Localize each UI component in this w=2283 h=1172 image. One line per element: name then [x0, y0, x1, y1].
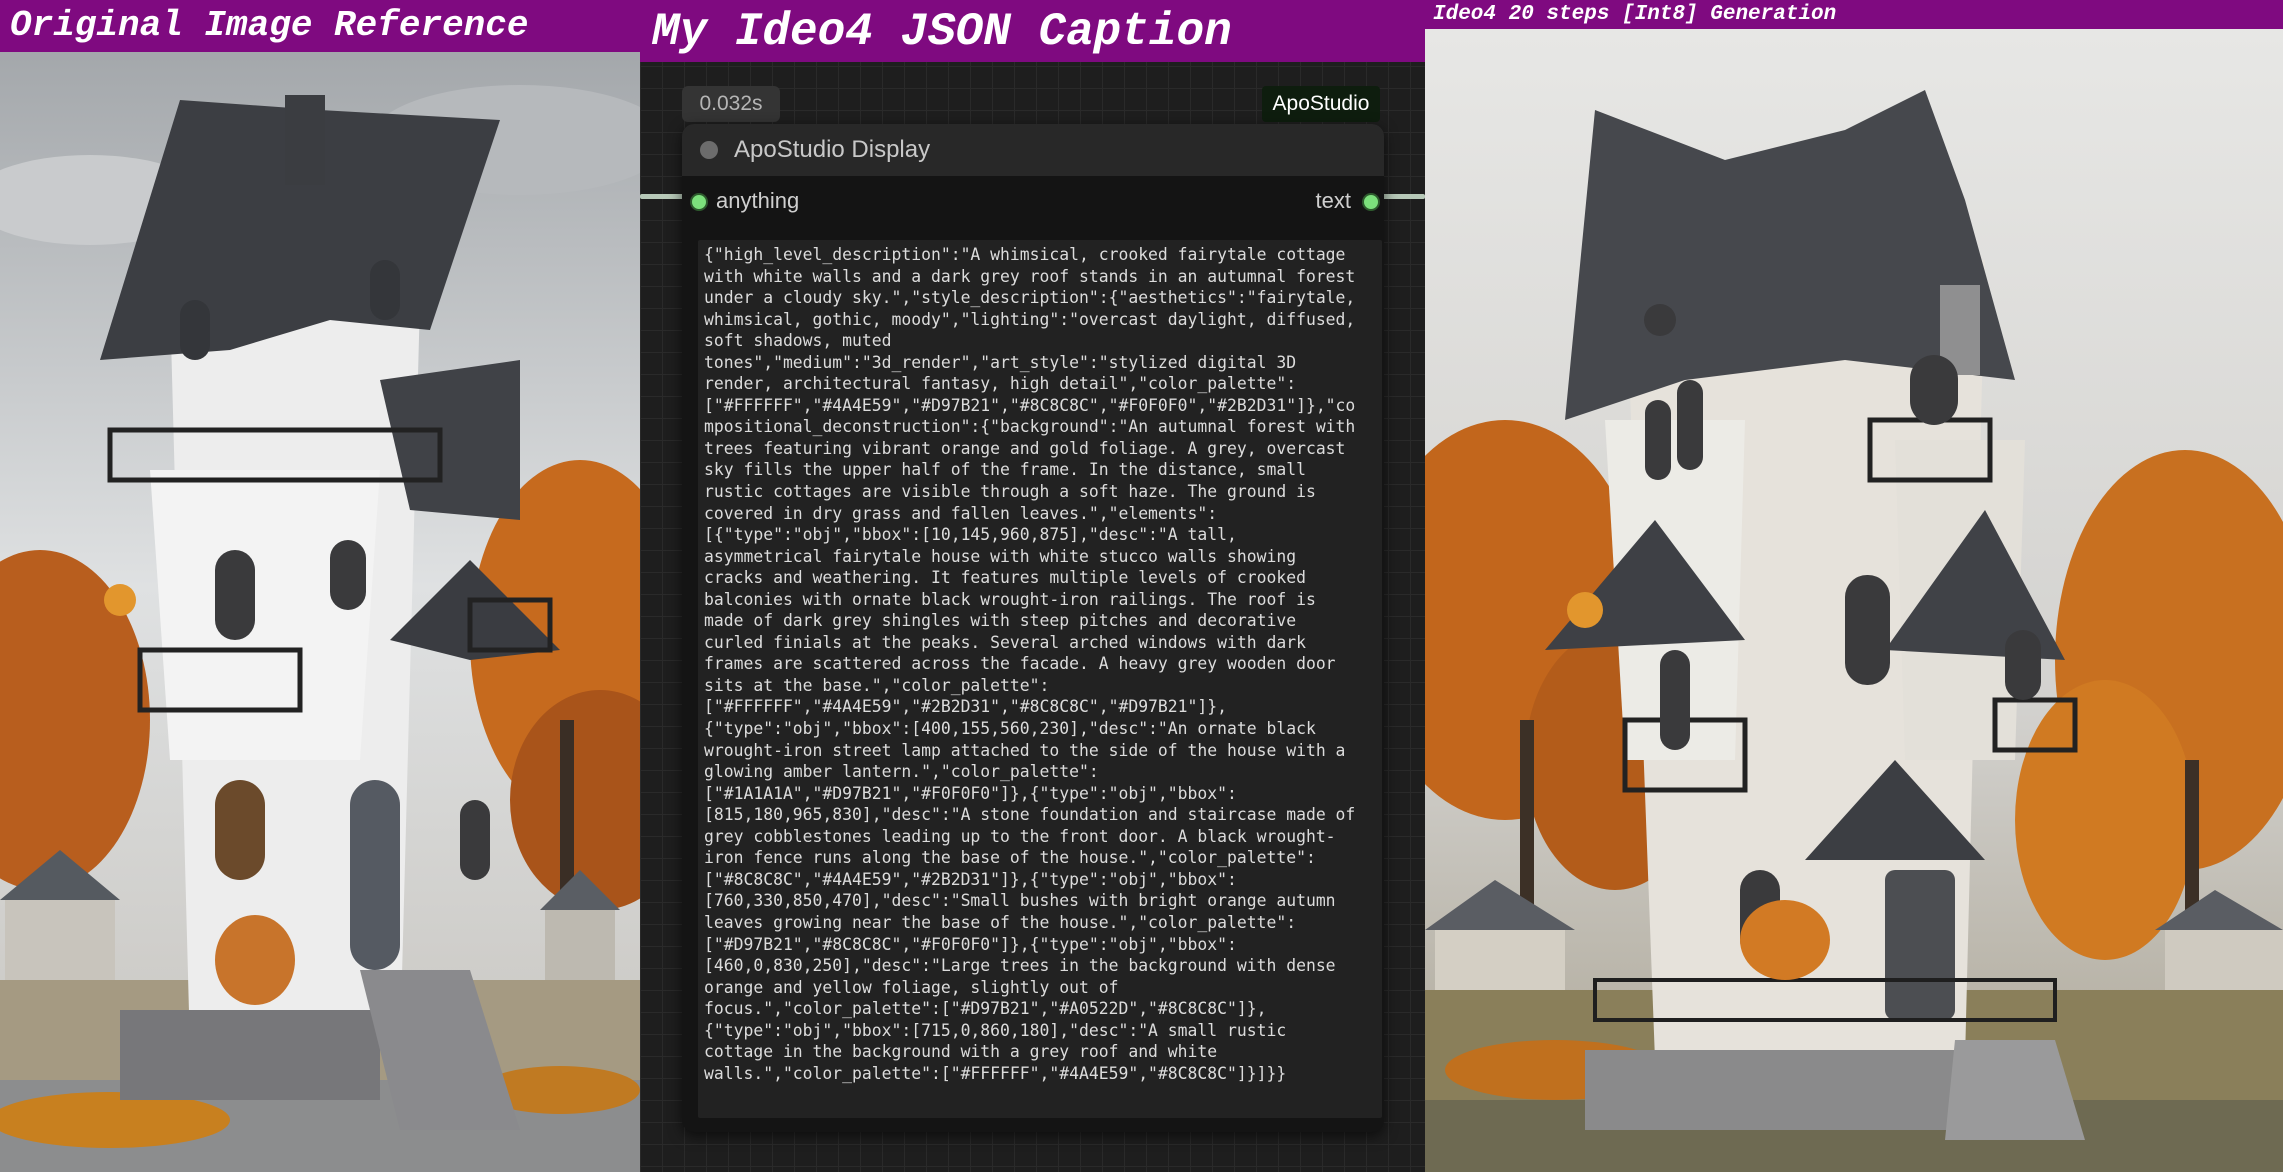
json-caption-line: focus.","color_palette":["#D97B21","#A05… — [704, 999, 1267, 1019]
json-caption-line: under a cloudy sky.","style_description"… — [704, 288, 1356, 308]
json-caption-line: mpositional_deconstruction":{"background… — [704, 417, 1356, 437]
json-caption-line: trees featuring vibrant orange and gold … — [704, 438, 1346, 458]
json-caption-line: leaves growing near the base of the hous… — [704, 912, 1297, 932]
json-caption-line: ["#8C8C8C","#4A4E59","#2B2D31"]},{"type"… — [704, 869, 1237, 889]
original-house-illustration — [0, 0, 640, 1172]
input-wire — [640, 194, 684, 199]
json-caption-line: curled finials at the peaks. Several arc… — [704, 632, 1306, 652]
json-caption-line: ["#D97B21","#8C8C8C","#F0F0F0"]},{"type"… — [704, 934, 1237, 954]
generated-house-illustration — [1425, 0, 2283, 1172]
middle-panel-title: My Ideo4 JSON Caption — [640, 0, 1425, 62]
json-caption-line: tones","medium":"3d_render","art_style":… — [704, 352, 1297, 372]
json-caption-line: render, architectural fantasy, high deta… — [704, 374, 1297, 394]
json-caption-line: frames are scattered across the facade. … — [704, 654, 1336, 674]
right-panel-title: Ideo4 20 steps [Int8] Generation — [1425, 0, 2283, 29]
json-caption-line: ["#FFFFFF","#4A4E59","#D97B21","#8C8C8C"… — [704, 395, 1356, 415]
json-caption-line: sky fills the upper half of the frame. I… — [704, 460, 1306, 480]
output-port-label: text — [1315, 188, 1351, 213]
json-caption-line: [{"type":"obj","bbox":[10,145,960,875],"… — [704, 525, 1237, 545]
json-caption-line: ["#FFFFFF","#4A4E59","#2B2D31","#8C8C8C"… — [704, 697, 1228, 717]
node-source-badge: ApoStudio — [1262, 86, 1380, 122]
json-caption-line: grey cobblestones leading up to the fron… — [704, 826, 1336, 846]
json-caption-line: wrought-iron street lamp attached to the… — [704, 740, 1346, 760]
node-title-bar[interactable]: ApoStudio Display — [682, 124, 1384, 176]
json-caption-line: ["#1A1A1A","#D97B21","#F0F0F0"]},{"type"… — [704, 783, 1237, 803]
json-caption-line: orange and yellow foliage, slightly out … — [704, 977, 1119, 997]
output-port-dot[interactable] — [1362, 193, 1380, 211]
node-collapse-dot[interactable] — [700, 141, 718, 159]
input-port-label: anything — [716, 188, 800, 213]
json-caption-line: cracks and weathering. It features multi… — [704, 568, 1306, 588]
json-caption-text: {"high_level_description":"A whimsical, … — [704, 244, 1376, 1084]
json-caption-line: walls.","color_palette":["#FFFFFF","#4A4… — [704, 1063, 1287, 1083]
json-caption-line: made of dark grey shingles with steep pi… — [704, 611, 1297, 631]
json-caption-line: [815,180,965,830],"desc":"A stone founda… — [704, 805, 1356, 825]
json-caption-line: with white walls and a dark grey roof st… — [704, 266, 1356, 286]
input-port-dot[interactable] — [690, 193, 708, 211]
json-caption-line: rustic cottages are visible through a so… — [704, 482, 1316, 502]
json-caption-line: sits at the base.","color_palette": — [704, 675, 1050, 695]
json-caption-line: glowing amber lantern.","color_palette": — [704, 762, 1099, 782]
json-caption-line: {"type":"obj","bbox":[715,0,860,180],"de… — [704, 1020, 1287, 1040]
generated-image-panel: Ideo4 20 steps [Int8] Generation — [1425, 0, 2283, 1172]
output-wire — [1382, 194, 1425, 199]
json-output-textarea[interactable]: {"high_level_description":"A whimsical, … — [698, 240, 1382, 1118]
json-caption-line: cottage in the background with a grey ro… — [704, 1042, 1218, 1062]
json-caption-line: [460,0,830,250],"desc":"Large trees in t… — [704, 956, 1336, 976]
node-title: ApoStudio Display — [734, 136, 931, 163]
json-caption-line: covered in dry grass and fallen leaves."… — [704, 503, 1218, 523]
json-caption-line: whimsical, gothic, moody","lighting":"ov… — [704, 309, 1356, 329]
json-caption-line: iron fence runs along the base of the ho… — [704, 848, 1316, 868]
execution-time-badge: 0.032s — [682, 86, 780, 122]
json-caption-line: asymmetrical fairytale house with white … — [704, 546, 1297, 566]
json-caption-line: {"high_level_description":"A whimsical, … — [704, 245, 1346, 264]
original-image-panel: Original Image Reference — [0, 0, 640, 1172]
json-caption-line: balconies with ornate black wrought-iron… — [704, 589, 1316, 609]
json-caption-line: [760,330,850,470],"desc":"Small bushes w… — [704, 891, 1336, 911]
node-editor-canvas[interactable]: My Ideo4 JSON Caption 0.032s ApoStudio A… — [640, 0, 1425, 1172]
display-node[interactable]: ApoStudio Display {"high_level_descripti… — [682, 124, 1384, 1132]
json-caption-line: {"type":"obj","bbox":[400,155,560,230],"… — [704, 719, 1316, 739]
left-panel-title: Original Image Reference — [0, 0, 640, 52]
json-caption-line: soft shadows, muted — [704, 331, 892, 351]
